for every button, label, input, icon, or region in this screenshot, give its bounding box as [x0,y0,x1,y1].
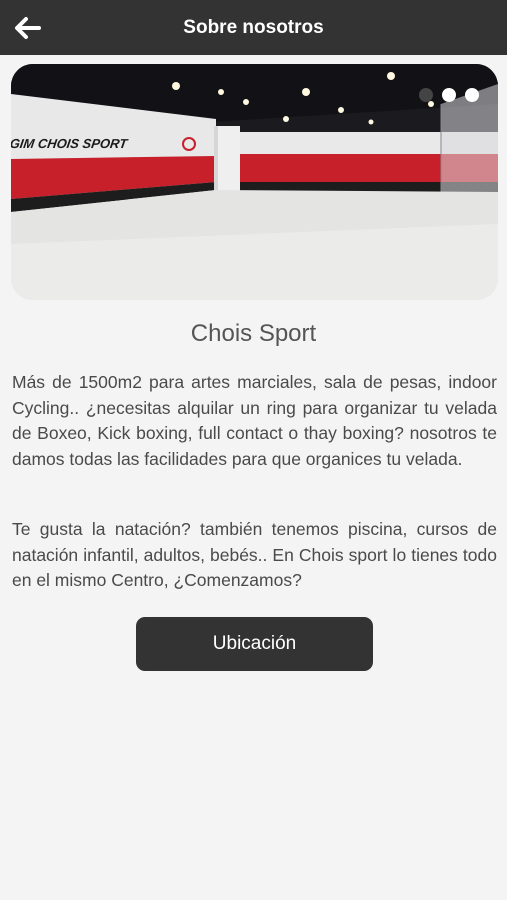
page-title: Sobre nosotros [183,16,324,38]
carousel-dot-2[interactable] [442,88,456,102]
description-paragraph-2: Te gusta la natación? también tenemos pi… [12,519,497,590]
section-title: Chois Sport [190,320,317,347]
carousel-dot-1[interactable] [419,88,433,102]
app-header: Sobre nosotros [0,0,507,55]
gym-sign-text: GIM CHOIS SPORT [11,136,129,151]
carousel-indicators [419,88,479,102]
arrow-left-icon [15,17,41,39]
description-paragraph-1: Más de 1500m2 para artes marciales, sala… [12,372,497,469]
back-button[interactable] [6,7,48,49]
location-button[interactable]: Ubicación [136,617,373,671]
carousel-dot-3[interactable] [465,88,479,102]
